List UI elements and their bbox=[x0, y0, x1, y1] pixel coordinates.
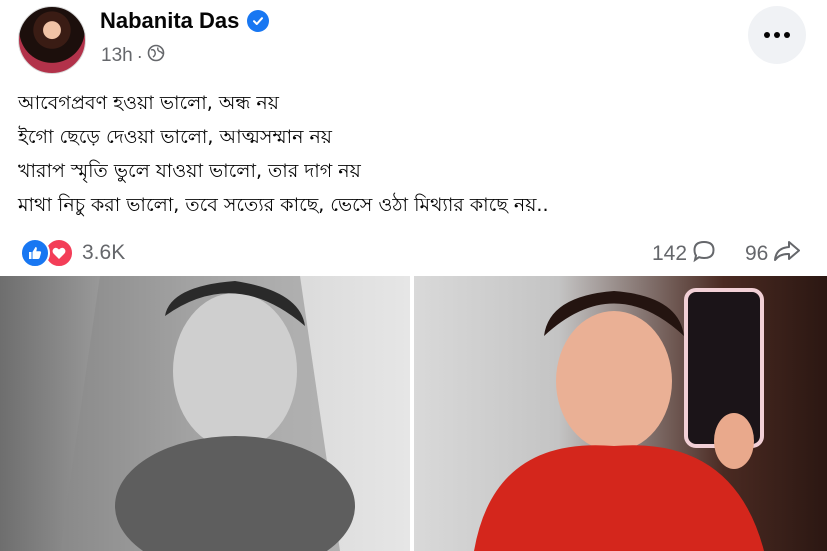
post-meta: 13h · bbox=[101, 44, 165, 68]
comments-summary[interactable]: 142 bbox=[652, 239, 717, 269]
reactions-summary[interactable]: 3.6K bbox=[20, 238, 125, 268]
more-options-icon bbox=[762, 32, 792, 38]
verified-badge-icon bbox=[247, 10, 270, 32]
comment-icon bbox=[691, 239, 717, 269]
photo-right-figure bbox=[474, 288, 764, 551]
photo-left-figure bbox=[60, 276, 355, 551]
author-name[interactable]: Nabanita Das bbox=[100, 8, 239, 34]
post-line: খারাপ স্মৃতি ভুলে যাওয়া ভালো, তার দাগ ন… bbox=[18, 160, 361, 182]
post-line: মাথা নিচু করা ভালো, তবে সত্যের কাছে, ভেস… bbox=[18, 194, 549, 216]
post-text: আবেগপ্রবণ হওয়া ভালো, অন্ধ নয় ইগো ছেড়ে… bbox=[18, 86, 548, 222]
post-timestamp[interactable]: 13h bbox=[101, 45, 133, 67]
author-avatar[interactable] bbox=[18, 6, 86, 74]
like-reaction-icon bbox=[20, 238, 50, 268]
shares-summary[interactable]: 96 bbox=[745, 239, 802, 269]
share-icon bbox=[772, 239, 802, 269]
post-author: Nabanita Das bbox=[100, 8, 270, 34]
meta-separator: · bbox=[136, 45, 143, 66]
more-options-button[interactable] bbox=[748, 6, 806, 64]
post-photo-left[interactable] bbox=[0, 276, 410, 551]
post-photo-right[interactable] bbox=[414, 276, 827, 551]
post-line: ইগো ছেড়ে দেওয়া ভালো, আত্মসম্মান নয় bbox=[18, 126, 332, 148]
globe-icon bbox=[147, 44, 165, 68]
comment-count: 142 bbox=[652, 242, 688, 265]
share-count: 96 bbox=[745, 242, 769, 265]
post-line: আবেগপ্রবণ হওয়া ভালো, অন্ধ নয় bbox=[18, 92, 279, 114]
reaction-count[interactable]: 3.6K bbox=[82, 241, 125, 265]
